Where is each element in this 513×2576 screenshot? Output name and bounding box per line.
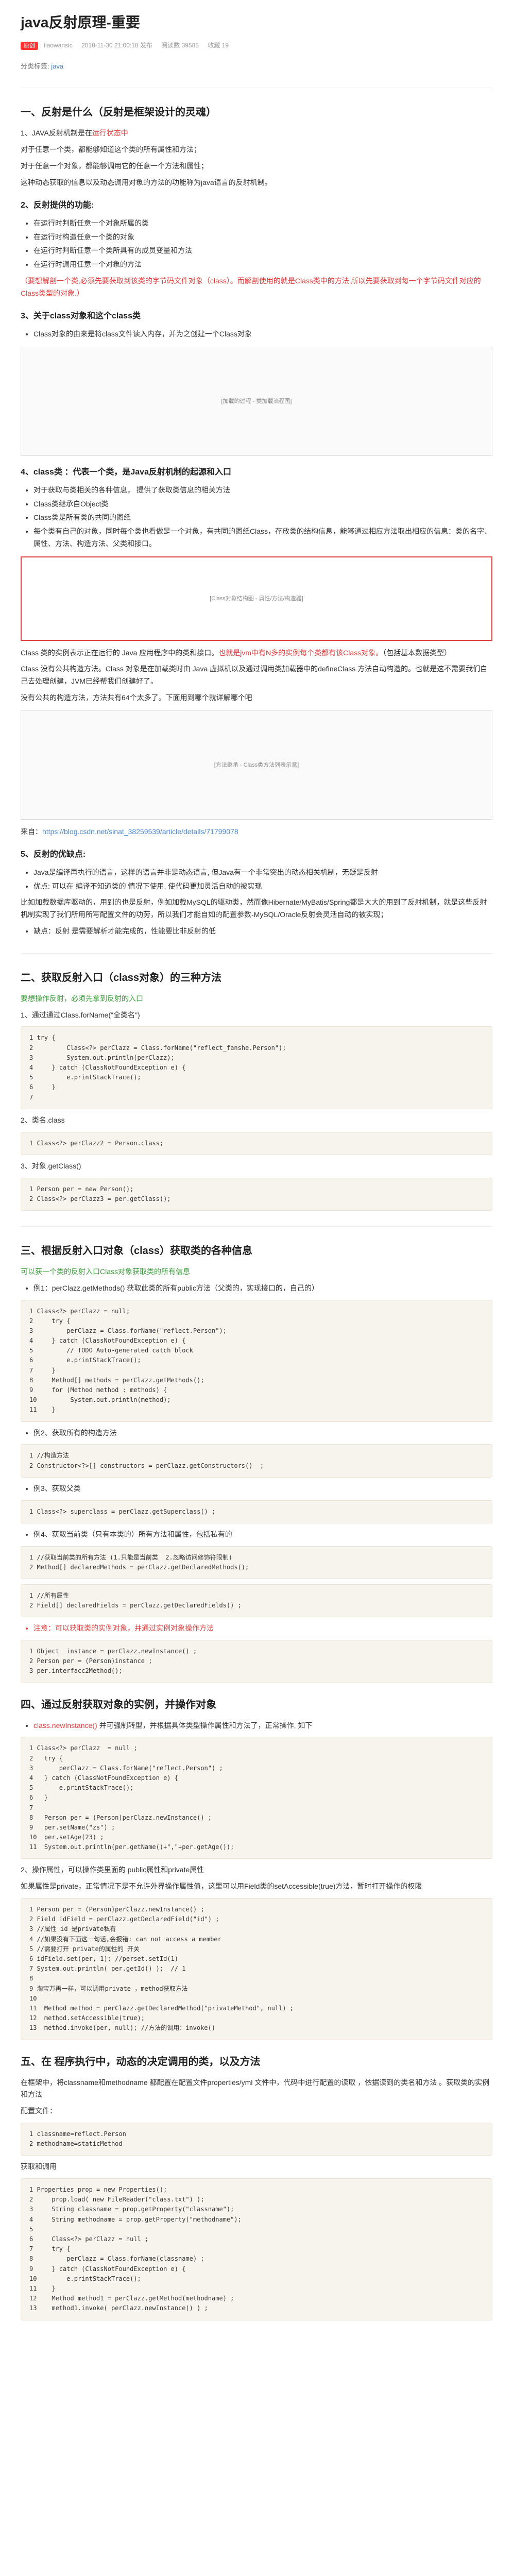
category-row: 分类标签: java (21, 61, 492, 72)
list-item: Class类继承自Object类 (33, 498, 492, 511)
tip-text: 要想操作反射，必须先拿到反射的入口 (21, 993, 492, 1005)
list-item-note: 注意：可以获取类的实例对象，并通过实例对象操作方法 (33, 1622, 492, 1635)
code-block-1: 1 try { 2 Class<?> perClazz = Class.forN… (21, 1026, 492, 1109)
paragraph: 1、JAVA反射机制是在运行状态中 (21, 127, 492, 140)
note-text: （要想解剖一个类,必须先要获取到该类的字节码文件对象（class）。而解剖使用的… (21, 275, 492, 300)
collections-count: 收藏 19 (208, 42, 229, 49)
list-item: 缺点：反射 是需要解析才能完成的，性能要比非反射的低 (33, 925, 492, 938)
list-item: 例4、获取当前类（只有本类的）所有方法和属性，包括私有的 (33, 1529, 492, 1541)
paragraph: 3、对象.getClass() (21, 1160, 492, 1173)
subsection-4-heading: 4、class类 ：代表一个类，是Java反射机制的起源和入口 (21, 465, 492, 479)
list-item: 例1：perClazz.getMethods() 获取此类的所有public方法… (33, 1282, 492, 1295)
code-block-12: 1 classname=reflect.Person 2 methodname=… (21, 2123, 492, 2156)
list-item: Class类是所有类的共同的图纸 (33, 512, 492, 524)
list-item: 在运行时判断任意一个类所具有的成员变量和方法 (33, 245, 492, 257)
section-1-heading: 一、反射是什么（反射是框架设计的灵魂） (21, 104, 492, 121)
category-link[interactable]: java (51, 62, 63, 70)
source-link-row: 来自：https://blog.csdn.net/sinat_38259539/… (21, 826, 492, 838)
list: Class对象的由来是将class文件读入内存，并为之创建一个Class对象 (33, 328, 492, 341)
highlight-text: 也就是jvm中有N多的实例每个类都有该Class对象。 (218, 649, 383, 657)
tip-text: 可以获一个类的反射入口Class对象获取类的所有信息 (21, 1266, 492, 1278)
list: 注意：可以获取类的实例对象，并通过实例对象操作方法 (33, 1622, 492, 1635)
list: 对于获取与类相关的各种信息， 提供了获取类信息的相关方法 Class类继承自Ob… (33, 484, 492, 550)
method-inheritance-diagram: [方法继承 - Class类方法列表示意] (21, 710, 492, 820)
list-item: 对于获取与类相关的各种信息， 提供了获取类信息的相关方法 (33, 484, 492, 497)
list-item: 例2、获取所有的构造方法 (33, 1427, 492, 1439)
list-item: 优点: 可以在 编译不知道类的 情况下使用, 使代码更加灵活自动的被实现 (33, 880, 492, 893)
original-badge: 原创 (21, 42, 38, 50)
paragraph: 2、操作属性，可以操作类里面的 public属性和private属性 (21, 1864, 492, 1876)
paragraph: 没有公共的构造方法，方法共有64个太多了。下面用到哪个就详解哪个吧 (21, 692, 492, 704)
post-date: 2018-11-30 21:00:18 发布 (81, 42, 152, 49)
list-item: Java是编译再执行的语言，这样的语言并非是动态语言, 但Java有一个非常突出… (33, 867, 492, 879)
list: 例4、获取当前类（只有本类的）所有方法和属性，包括私有的 (33, 1529, 492, 1541)
author[interactable]: liaowansic (44, 42, 72, 49)
source-link[interactable]: https://blog.csdn.net/sinat_38259539/art… (42, 827, 238, 836)
list: 例2、获取所有的构造方法 (33, 1427, 492, 1439)
code-block-13: 1 Properties prop = new Properties(); 2 … (21, 2178, 492, 2320)
subsection-2-heading: 2、反射提供的功能: (21, 198, 492, 212)
paragraph: 如果属性是private，正常情况下是不允许外界操作属性值，这里可以用Field… (21, 1880, 492, 1893)
list-item: 每个类有自己的对象，同时每个类也看做是一个对象，有共同的图纸Class，存放类的… (33, 526, 492, 550)
subsection-3-heading: 3、关于class对象和这个class类 (21, 309, 492, 323)
paragraph: 比如加载数据库驱动的，用到的也是反射，例如加载MySQL的驱动类，然而像Hibe… (21, 896, 492, 921)
list-item: 例3、获取父类 (33, 1483, 492, 1495)
loading-process-diagram: [加载的过程 - 类加载流程图] (21, 347, 492, 456)
highlight-text: 运行状态中 (92, 129, 128, 137)
code-block-7: 1 //获取当前类的所有方法 (1.只能是当前类 2.忽略访问修饰符限制) 2 … (21, 1546, 492, 1579)
list: 例3、获取父类 (33, 1483, 492, 1495)
code-block-10: 1 Class<?> perClazz = null ; 2 try { 3 p… (21, 1737, 492, 1859)
list-item: 在运行时构造任意一个类的对象 (33, 231, 492, 244)
list: class.newInstance() 并可强制转型，并根据具体类型操作属性和方… (33, 1720, 492, 1732)
paragraph: 配置文件： (21, 2105, 492, 2117)
divider (21, 953, 492, 954)
paragraph: 对于任意一个对象，都能够调用它的任意一个方法和属性； (21, 160, 492, 173)
code-block-9: 1 Object instance = perClazz.newInstance… (21, 1640, 492, 1683)
paragraph: Class 类的实例表示正在运行的 Java 应用程序中的类和接口。也就是jvm… (21, 647, 492, 659)
class-structure-diagram: [Class对象结构图 - 属性/方法/构造器] (21, 556, 492, 641)
code-block-6: 1 Class<?> superclass = perClazz.getSupe… (21, 1500, 492, 1523)
section-5-heading: 五、在 程序执行中，动态的决定调用的类，以及方法 (21, 2053, 492, 2071)
list-item: class.newInstance() 并可强制转型，并根据具体类型操作属性和方… (33, 1720, 492, 1732)
paragraph: 这种动态获取的信息以及动态调用对象的方法的功能称为java语言的反射机制。 (21, 177, 492, 189)
page-title: java反射原理-重要 (21, 10, 492, 35)
paragraph: 2、类名.class (21, 1114, 492, 1127)
views-count: 阅读数 39585 (161, 42, 199, 49)
code-block-4: 1 Class<?> perClazz = null; 2 try { 3 pe… (21, 1300, 492, 1422)
feature-list: 在运行时判断任意一个对象所属的类 在运行时构造任意一个类的对象 在运行时判断任意… (33, 217, 492, 271)
paragraph: 1、通过通过Class.forName("全类名") (21, 1009, 492, 1022)
code-block-2: 1 Class<?> perClazz2 = Person.class; (21, 1132, 492, 1155)
code-block-11: 1 Person per = (Person)perClazz.newInsta… (21, 1898, 492, 2040)
paragraph: 对于任意一个类，都能够知道这个类的所有属性和方法； (21, 144, 492, 156)
code-block-8: 1 //所有属性 2 Field[] declaredFields = perC… (21, 1584, 492, 1617)
divider (21, 1226, 492, 1227)
subsection-5-heading: 5、反射的优缺点: (21, 848, 492, 861)
list-item: 在运行时调用任意一个对象的方法 (33, 259, 492, 271)
list: 缺点：反射 是需要解析才能完成的，性能要比非反射的低 (33, 925, 492, 938)
post-meta: 原创 liaowansic 2018-11-30 21:00:18 发布 阅读数… (21, 40, 492, 51)
section-2-heading: 二、获取反射入口（class对象）的三种方法 (21, 969, 492, 987)
highlight-text: class.newInstance() (33, 1721, 99, 1730)
list-item: 在运行时判断任意一个对象所属的类 (33, 217, 492, 230)
code-block-5: 1 //构造方法 2 Constructor<?>[] constructors… (21, 1444, 492, 1477)
section-3-heading: 三、根据反射入口对象（class）获取类的各种信息 (21, 1242, 492, 1260)
list: 例1：perClazz.getMethods() 获取此类的所有public方法… (33, 1282, 492, 1295)
paragraph: Class 没有公共构造方法。Class 对象是在加载类时由 Java 虚拟机以… (21, 663, 492, 688)
section-4-heading: 四、通过反射获取对象的实例，并操作对象 (21, 1696, 492, 1714)
paragraph: 在框架中，将classname和methodname 都配置在配置文件prope… (21, 2077, 492, 2102)
category-label: 分类标签: (21, 62, 49, 70)
list-item: Class对象的由来是将class文件读入内存，并为之创建一个Class对象 (33, 328, 492, 341)
paragraph: 获取和调用 (21, 2161, 492, 2173)
code-block-3: 1 Person per = new Person(); 2 Class<?> … (21, 1178, 492, 1211)
list: Java是编译再执行的语言，这样的语言并非是动态语言, 但Java有一个非常突出… (33, 867, 492, 893)
